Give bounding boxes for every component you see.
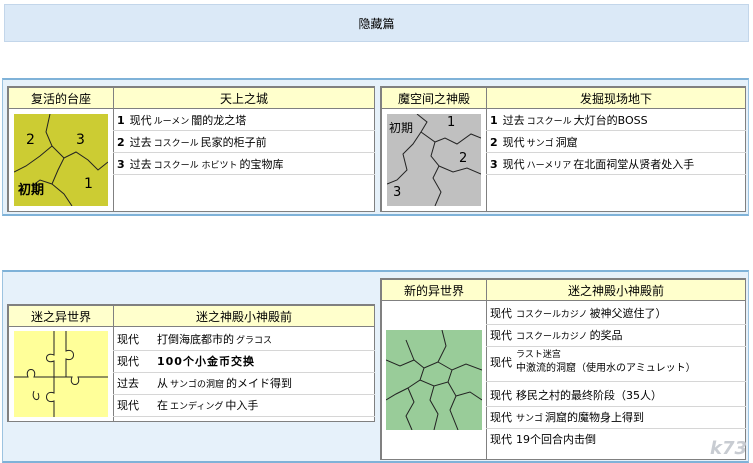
list-item: 现代 コスクールカジノ 的奖品 (486, 324, 746, 347)
location-rows: 1 现代 ルーメン 闇的龙之塔 2 过去 コスクール 民家的柜子前 3 过去 コ… (113, 108, 375, 212)
location-header: 迷之神殿小神殿前 (486, 279, 746, 301)
list-item: 现代 100个小金币交换 (113, 350, 375, 373)
list-item: 3 现代 ハーメリア 在北面祠堂从贤者处入手 (486, 154, 746, 175)
initial-label: 初期 (18, 182, 44, 198)
piece-2-label: 2 (459, 151, 467, 166)
location-rows: 1 过去 コスクール 大灯台的BOSS 2 现代 サンゴ 洞窟 3 现代 ハーメ… (486, 108, 746, 212)
puzzle-image-mystery (14, 331, 108, 417)
puzzle-table-revival-pedestal: 复活的台座 天上之城 2 3 1 初期 1 现代 ルーメン 闇的龙之塔 2 过去… (7, 86, 375, 212)
list-item: 现代 サンゴ 洞窟的魔物身上得到 (486, 406, 746, 429)
list-item: 现代 在エンディング 中入手 (113, 394, 375, 417)
list-item: 现代 打倒海底都市的 グラコス (113, 328, 375, 351)
puzzle-bg (14, 331, 108, 417)
piece-3-label: 3 (393, 185, 401, 200)
initial-label: 初期 (389, 121, 413, 135)
list-item: 现代 コスクールカジノ 被神父遮住了） (486, 302, 746, 325)
list-item: 1 现代 ルーメン 闇的龙之塔 (113, 110, 375, 131)
puzzle-table-magic-space-temple: 魔空间之神殿 发掘现场地下 初期 1 2 3 1 过去 コスクール 大灯台的BO… (380, 86, 746, 212)
location-header: 迷之神殿小神殿前 (113, 305, 375, 327)
puzzle-image-cell: 初期 1 2 3 (381, 108, 487, 212)
location-rows: 现代 打倒海底都市的 グラコス 现代 100个小金币交换 过去 从サンゴの洞窟 的メ… (113, 326, 375, 422)
puzzle-image-cell (8, 326, 114, 422)
place-header: 复活的台座 (8, 87, 114, 109)
puzzle-image-cell (381, 300, 487, 460)
watermark-logo: k73 (709, 438, 747, 459)
list-item: 过去 从サンゴの洞窟 的メイド得到 (113, 372, 375, 395)
location-rows: 现代 コスクールカジノ 被神父遮住了） 现代 コスクールカジノ 的奖品 现代 ラスト… (486, 300, 746, 460)
puzzle-table-mystery-otherworld: 迷之异世界 迷之神殿小神殿前 现代 打倒海底都市的 グラコス 现代 100个小金币… (7, 304, 375, 422)
location-header: 天上之城 (113, 87, 375, 109)
puzzle-image-new-otherworld (386, 330, 482, 430)
list-item: 现代 ラスト迷宫中激流的洞窟（使用水のアミュレット） (486, 346, 746, 382)
list-item: 2 现代 サンゴ 洞窟 (486, 132, 746, 153)
page-title: 隐藏篇 (358, 16, 395, 31)
piece-2-label: 2 (26, 132, 35, 148)
list-item: 现代 19个回合内击倒 (490, 433, 596, 446)
puzzle-image-magic-space: 初期 1 2 3 (387, 114, 481, 206)
list-item: 现代 移民之村的最终阶段（35人） (486, 384, 746, 407)
piece-1-label: 1 (84, 176, 93, 192)
location-header: 发掘现场地下 (486, 87, 746, 109)
place-header: 新的异世界 (381, 279, 487, 301)
puzzle-bg (386, 330, 482, 430)
piece-1-label: 1 (447, 115, 455, 130)
place-header: 魔空间之神殿 (381, 87, 487, 109)
list-item: 2 过去 コスクール 民家的柜子前 (113, 132, 375, 153)
list-item: 3 过去 コスクール ホビツト 的宝物库 (113, 154, 375, 175)
puzzle-image-cell: 2 3 1 初期 (8, 108, 114, 212)
puzzle-image-revival: 2 3 1 初期 (14, 114, 108, 206)
place-header: 迷之异世界 (8, 305, 114, 327)
page-header: 隐藏篇 (4, 4, 749, 42)
puzzle-table-new-otherworld: 新的异世界 迷之神殿小神殿前 现代 コスクールカジノ 被神父遮住了） 现代 コスク… (380, 278, 746, 460)
piece-3-label: 3 (76, 132, 85, 148)
list-item: 1 过去 コスクール 大灯台的BOSS (486, 110, 746, 131)
